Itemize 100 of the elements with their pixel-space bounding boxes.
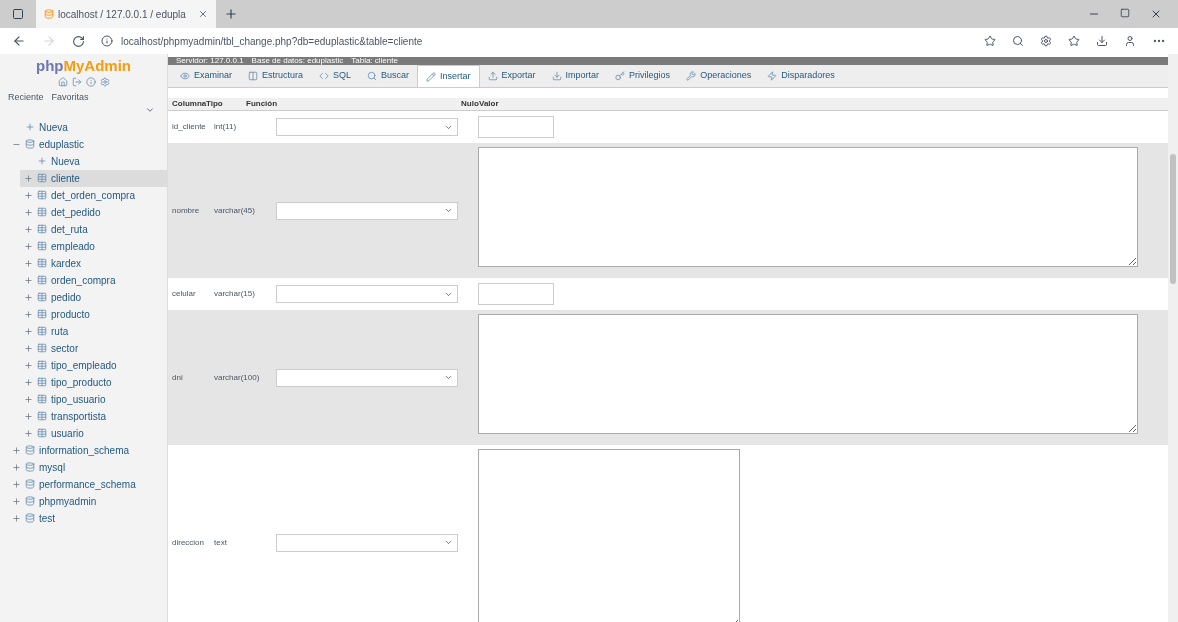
expand-icon[interactable] <box>24 326 33 336</box>
expand-icon[interactable] <box>24 241 33 251</box>
tree-label[interactable]: ruta <box>51 323 69 339</box>
tree-item[interactable]: kardex <box>20 254 167 272</box>
close-icon[interactable] <box>1150 8 1162 20</box>
tree-label[interactable]: test <box>39 510 56 526</box>
expand-icon[interactable] <box>24 428 33 438</box>
tree-item[interactable]: tipo_empleado <box>20 356 167 374</box>
tree-label[interactable]: usuario <box>51 425 84 441</box>
nav-tab[interactable]: Importar <box>543 65 608 87</box>
tree-item[interactable]: phpmyadmin <box>8 492 167 510</box>
expand-icon[interactable] <box>24 190 33 200</box>
expand-icon[interactable] <box>24 360 33 370</box>
tree-label[interactable]: kardex <box>51 255 81 271</box>
tree-label[interactable]: phpmyadmin <box>39 493 97 509</box>
tree-item[interactable]: tipo_usuario <box>20 390 167 408</box>
value-input[interactable] <box>478 116 554 138</box>
profile-icon[interactable] <box>1124 35 1136 47</box>
function-select[interactable] <box>276 533 458 552</box>
help-icon[interactable] <box>85 77 96 87</box>
expand-icon[interactable] <box>24 309 33 319</box>
tree-item[interactable]: Nueva <box>20 152 167 170</box>
tabs-icon[interactable] <box>12 8 24 20</box>
favorite-icon[interactable] <box>984 35 996 47</box>
expand-icon[interactable] <box>24 411 33 421</box>
maximize-icon[interactable] <box>1120 8 1130 18</box>
settings-icon[interactable] <box>99 77 110 87</box>
tree-item[interactable]: performance_schema <box>8 475 167 493</box>
nav-tab[interactable]: Privilegios <box>607 65 679 87</box>
favorites-icon[interactable] <box>1068 35 1080 47</box>
tree-label[interactable]: mysql <box>39 459 66 475</box>
tree-item[interactable]: producto <box>20 305 167 323</box>
tree-item[interactable]: ruta <box>20 322 167 340</box>
expand-icon[interactable] <box>12 462 21 472</box>
tree-item[interactable]: Nueva <box>8 118 167 136</box>
back-icon[interactable] <box>12 34 26 48</box>
expand-icon[interactable] <box>24 224 33 234</box>
tree-label[interactable]: pedido <box>51 289 82 305</box>
function-select[interactable] <box>276 285 458 303</box>
value-input[interactable] <box>478 283 554 305</box>
expand-icon[interactable] <box>24 394 33 404</box>
expand-icon[interactable] <box>12 496 21 506</box>
tree-item[interactable]: tipo_producto <box>20 373 167 391</box>
tree-label[interactable]: tipo_empleado <box>51 357 117 373</box>
expand-icon[interactable] <box>24 343 33 353</box>
nav-tab[interactable]: SQL <box>311 65 360 87</box>
tree-item[interactable]: det_orden_compra <box>20 186 167 204</box>
nav-tab[interactable]: Estructura <box>240 65 312 87</box>
tree-label[interactable]: Nueva <box>51 153 80 169</box>
expand-icon[interactable] <box>12 445 21 455</box>
expand-icon[interactable] <box>12 479 21 489</box>
close-icon[interactable] <box>198 9 208 19</box>
tree-label[interactable]: Nueva <box>39 119 68 135</box>
tree-item[interactable]: cliente <box>20 169 167 187</box>
tree-label[interactable]: det_pedido <box>51 204 101 220</box>
tree-label[interactable]: orden_compra <box>51 272 116 288</box>
expand-icon[interactable] <box>24 173 33 183</box>
expand-icon[interactable] <box>12 513 21 523</box>
breadcrumb-link[interactable]: Servidor: 127.0.0.1 <box>176 57 244 65</box>
tree-item[interactable]: transportista <box>20 407 167 425</box>
tree-label[interactable]: transportista <box>51 408 107 424</box>
reload-icon[interactable] <box>72 34 85 48</box>
function-select[interactable] <box>276 368 458 387</box>
expand-icon[interactable] <box>24 207 33 217</box>
tree-label[interactable]: empleado <box>51 238 95 254</box>
tree-item[interactable]: det_ruta <box>20 220 167 238</box>
function-select[interactable] <box>276 201 458 220</box>
scrollbar-thumb[interactable] <box>1170 154 1176 284</box>
nav-tab[interactable]: Buscar <box>359 65 418 87</box>
tree-label[interactable]: cliente <box>51 170 80 186</box>
tree-item[interactable]: empleado <box>20 237 167 255</box>
tree-label[interactable]: producto <box>51 306 90 322</box>
tree-item[interactable]: information_schema <box>8 441 167 459</box>
breadcrumb-link[interactable]: Base de datos: eduplastic <box>251 57 344 65</box>
nav-tab[interactable]: Examinar <box>172 65 240 87</box>
expand-icon[interactable] <box>24 258 33 268</box>
new-tab-icon[interactable] <box>224 7 238 21</box>
logo[interactable]: phpMyAdmin <box>0 58 167 73</box>
tree-label[interactable]: information_schema <box>39 442 130 458</box>
forward-icon[interactable] <box>42 34 56 48</box>
tree-label[interactable]: tipo_producto <box>51 374 112 390</box>
tree-item[interactable]: usuario <box>20 424 167 442</box>
tree-label[interactable]: eduplastic <box>39 136 85 152</box>
tree-item[interactable]: mysql <box>8 458 167 476</box>
tree-item[interactable]: eduplastic <box>8 135 167 153</box>
tree-label[interactable]: tipo_usuario <box>51 391 106 407</box>
home-icon[interactable] <box>57 77 68 87</box>
sidebar-link[interactable]: Favoritas <box>51 91 89 105</box>
expand-icon[interactable] <box>24 275 33 285</box>
tree-label[interactable]: performance_schema <box>39 476 136 492</box>
expand-icon[interactable] <box>24 292 33 302</box>
nav-tab[interactable]: Insertar <box>417 65 480 87</box>
expand-icon[interactable] <box>24 377 33 387</box>
tree-item[interactable]: det_pedido <box>20 203 167 221</box>
tree-item[interactable]: pedido <box>20 288 167 306</box>
tree-item[interactable]: test <box>8 509 167 527</box>
browser-tab[interactable]: localhost / 127.0.0.1 / edupla <box>36 0 216 28</box>
breadcrumb-link[interactable]: Tabla: cliente <box>351 57 398 65</box>
zoom-icon[interactable] <box>1012 35 1024 47</box>
nav-tab[interactable]: Disparadores <box>759 65 843 87</box>
